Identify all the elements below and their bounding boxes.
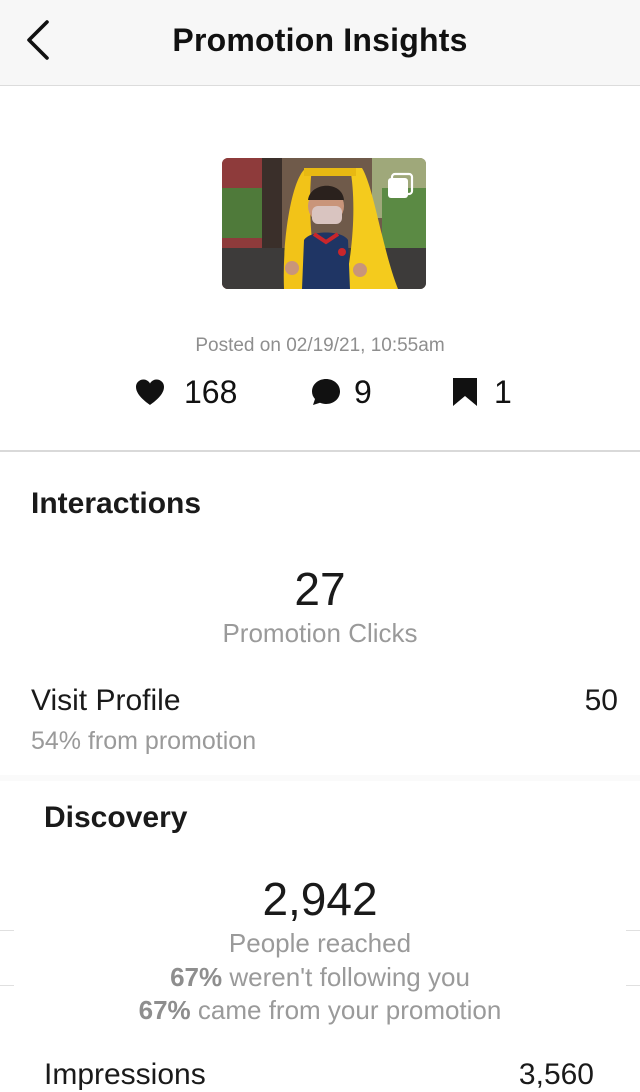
promotion-insights-screen: Promotion Insights Posted on 02/19/21, 1… [0,0,640,1092]
not-following-stat: 67% weren't following you [0,962,640,993]
people-reached-label: People reached [228,928,412,958]
interactions-heading: Interactions [31,487,202,520]
comments-count: 9 [310,372,372,412]
post-thumbnail[interactable] [222,158,426,289]
from-promotion-percent: 67% [138,995,191,1025]
from-promotion-stat: 67% came from your promotion [0,995,640,1026]
saves-count: 1 [452,372,512,412]
edge-tick [626,985,640,986]
section-divider [0,450,640,452]
carousel-multiple-icon [388,172,414,198]
bookmark-icon [452,377,478,407]
not-following-percent: 67% [170,962,223,992]
from-promotion-text: came from your promotion [190,995,502,1025]
not-following-text: weren't following you [222,962,470,992]
edge-tick [626,930,640,931]
posted-date: Posted on 02/19/21, 10:55am [195,335,445,356]
impressions-label: Impressions [44,1058,206,1091]
visit-profile-label: Visit Profile [31,684,181,717]
saves-value: 1 [494,373,512,410]
comment-bubble-icon [310,377,342,407]
people-reached-value: 2,942 [262,873,378,925]
promotion-clicks-value: 27 [294,563,346,615]
edge-tick [0,930,14,931]
comments-value: 9 [354,373,372,410]
likes-count: 168 [134,372,237,412]
heart-icon [134,378,166,406]
top-navigation-bar: Promotion Insights [0,0,640,86]
page-title: Promotion Insights [172,22,468,58]
likes-value: 168 [184,373,238,410]
impressions-value: 3,560 [518,1058,594,1091]
section-separator-band [0,775,640,781]
discovery-heading: Discovery [44,801,188,834]
edge-tick [0,985,14,986]
promotion-clicks-label: Promotion Clicks [222,618,418,648]
visit-profile-value: 50 [584,684,618,717]
visit-profile-subtext: 54% from promotion [31,727,257,755]
